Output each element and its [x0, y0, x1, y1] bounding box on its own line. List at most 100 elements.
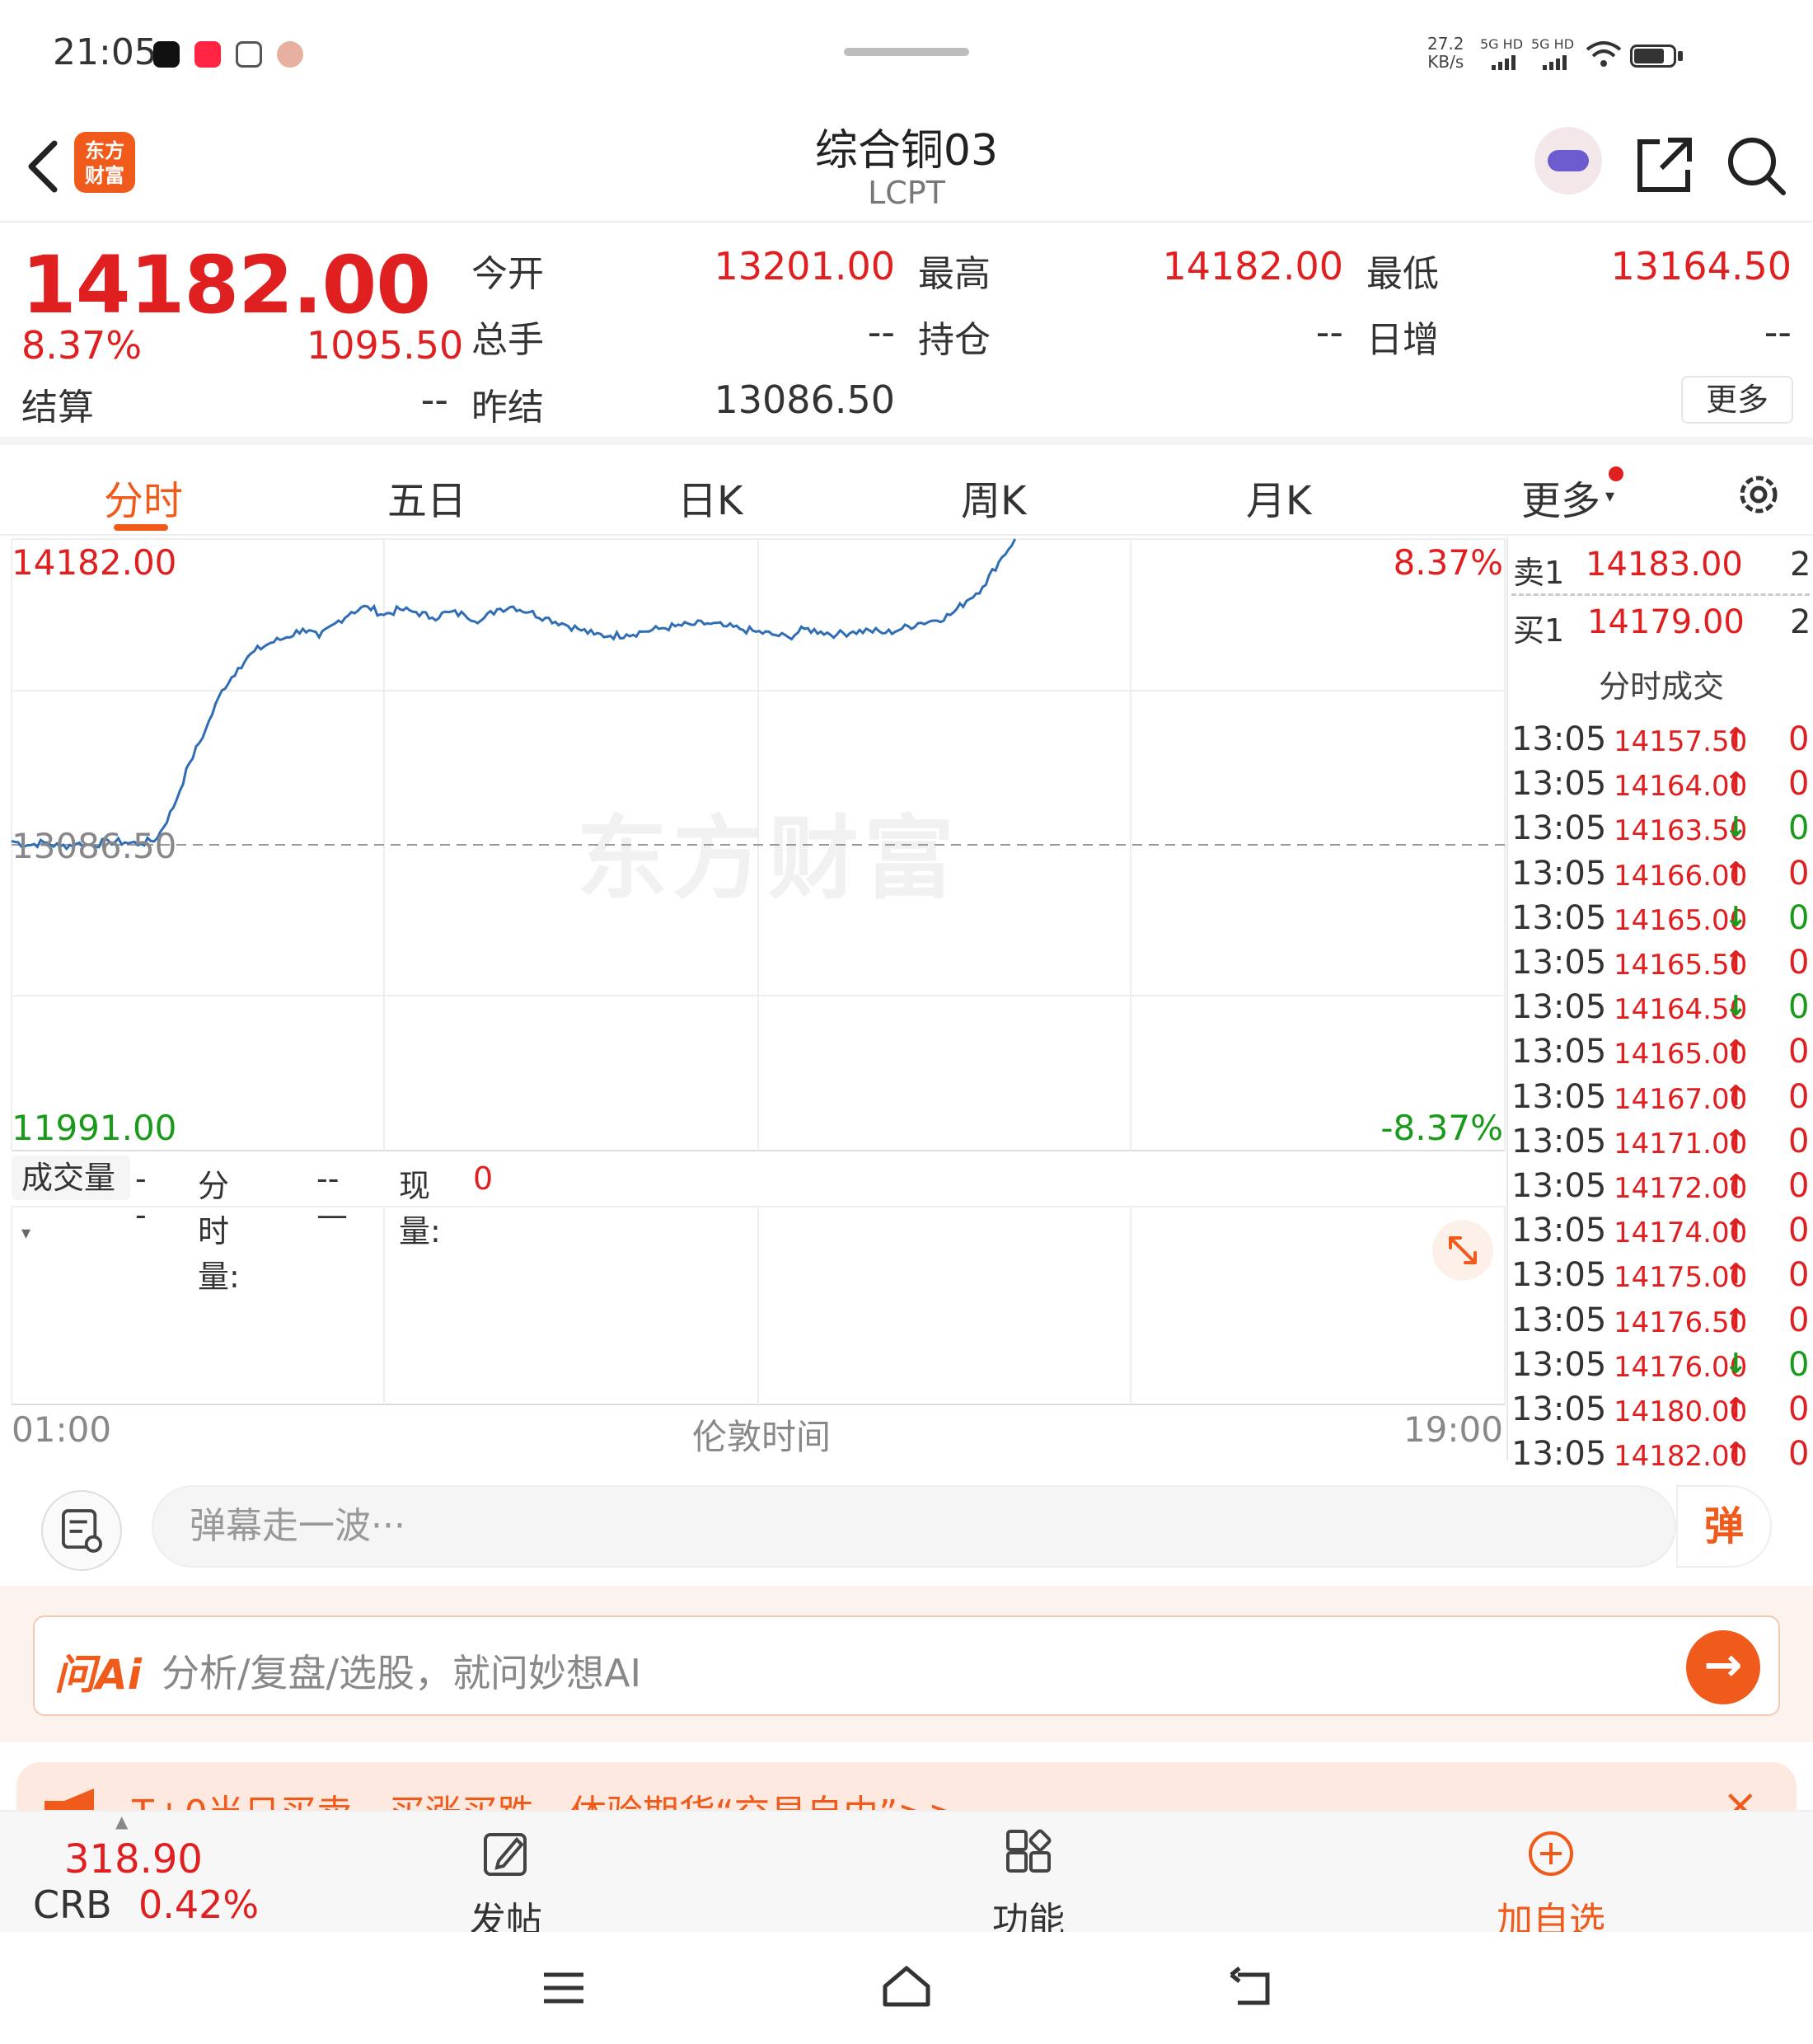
y-max-label: 14182.00 — [12, 542, 177, 583]
battery-cap — [1678, 51, 1683, 61]
tick-volume: 0 — [1788, 720, 1810, 758]
arrow-right-icon[interactable]: → — [1686, 1630, 1760, 1704]
expand-icon[interactable] — [1432, 1220, 1493, 1281]
tick-row: 13:05 14176.00 ↓ 0 — [1508, 1346, 1813, 1390]
comment-list-icon[interactable] — [41, 1490, 122, 1571]
tab-five-day[interactable]: 五日 — [387, 468, 466, 526]
share-icon[interactable] — [1632, 132, 1698, 198]
tick-time: 13:05 — [1511, 1122, 1607, 1160]
more-quote-button[interactable]: 更多 — [1681, 376, 1793, 424]
ai-input[interactable]: 分析/复盘/选股，就问妙想AI — [162, 1643, 641, 1698]
arrow-up-icon: ↑ — [1724, 1437, 1748, 1470]
sim1-label: 5G HD — [1480, 36, 1524, 52]
last-price: 14182.00 — [21, 239, 431, 331]
functions-button[interactable]: 功能 — [946, 1828, 1111, 1943]
bird-icon — [236, 41, 262, 68]
crb-name[interactable]: CRB — [33, 1882, 112, 1927]
tick-volume: 0 — [1788, 988, 1810, 1027]
add-watchlist-button[interactable]: 加自选 — [1469, 1828, 1633, 1943]
tick-time: 13:05 — [1511, 1033, 1607, 1071]
buy1-label: 买1 — [1513, 612, 1565, 649]
edit-icon — [484, 1833, 527, 1876]
tick-time: 13:05 — [1511, 720, 1607, 758]
pct-max-label: 8.37% — [1393, 542, 1503, 583]
arrow-up-icon: ↑ — [1724, 1302, 1748, 1336]
status-time: 21:05 — [53, 31, 157, 73]
battery-icon — [1630, 45, 1676, 68]
notification-dot — [1609, 466, 1623, 481]
volume-indicator-select[interactable]: 成交量 ▾ — [12, 1156, 130, 1244]
wifi-icon — [1586, 41, 1622, 67]
post-button[interactable]: 发帖 — [424, 1828, 588, 1943]
back-nav-icon[interactable] — [1226, 1967, 1272, 2009]
tick-row: 13:05 14164.00 ↑ 0 — [1508, 765, 1813, 809]
prev-settlement-value: 13086.50 — [714, 377, 896, 422]
ai-strip: 问Ai 分析/复盘/选股，就问妙想AI → — [0, 1586, 1813, 1742]
book-separator — [1511, 593, 1810, 596]
tick-row: 13:05 14165.00 ↑ 0 — [1508, 1033, 1813, 1077]
tick-row: 13:05 14165.00 ↓ 0 — [1508, 899, 1813, 944]
tick-time: 13:05 — [1511, 1301, 1607, 1339]
pull-handle[interactable] — [844, 48, 969, 56]
danmu-toggle-button[interactable]: 弹 — [1676, 1485, 1772, 1568]
danmu-input[interactable]: 弹幕走一波··· — [152, 1485, 1676, 1568]
y-ref-label: 13086.50 — [12, 826, 177, 866]
arrow-up-icon: ↑ — [1724, 856, 1748, 889]
arrow-up-icon: ↑ — [1724, 1123, 1748, 1157]
tab-more[interactable]: 更多 — [1521, 468, 1600, 526]
home-icon[interactable] — [880, 1963, 933, 2009]
open-label: 今开 — [471, 253, 544, 295]
arrow-up-icon: ↑ — [1724, 945, 1748, 978]
quote-panel: 14182.00 8.37% 1095.50 今开 13201.00 最高 14… — [0, 224, 1813, 445]
settlement-label: 结算 — [21, 387, 94, 429]
top-nav: 东方 财富 综合铜03 LCPT — [0, 107, 1813, 223]
tick-row: 13:05 14174.00 ↑ 0 — [1508, 1212, 1813, 1256]
tab-intraday[interactable]: 分时 — [104, 468, 183, 526]
chevron-down-icon: ▾ — [1605, 486, 1615, 507]
y-min-label: 11991.00 — [12, 1108, 177, 1148]
signal-icon — [1543, 54, 1569, 70]
sell1-volume: 2 — [1790, 546, 1811, 584]
tab-monthly-k[interactable]: 月K — [1246, 468, 1311, 526]
x-start-label: 01:00 — [12, 1409, 112, 1450]
open-interest-value: -- — [1315, 310, 1343, 354]
ai-assistant-icon[interactable] — [1534, 127, 1602, 195]
volume-dash: -- — [135, 1160, 147, 1233]
tick-volume: 0 — [1788, 765, 1810, 804]
change-value: 1095.50 — [307, 323, 464, 368]
chart-canvas — [11, 538, 1506, 1405]
signal-icon — [1492, 54, 1518, 70]
crb-change[interactable]: 0.42% — [138, 1882, 259, 1927]
system-nav-bar — [0, 1932, 1813, 2044]
tick-volume: 0 — [1788, 1122, 1810, 1160]
arrow-down-icon: ↓ — [1724, 811, 1748, 845]
gear-icon[interactable] — [1732, 468, 1785, 521]
tab-weekly-k[interactable]: 周K — [961, 468, 1026, 526]
tab-daily-k[interactable]: 日K — [677, 468, 743, 526]
arrow-up-icon: ↑ — [1724, 1258, 1748, 1292]
tick-row: 13:05 14172.00 ↑ 0 — [1508, 1167, 1813, 1212]
x-end-label: 19:00 — [1403, 1409, 1503, 1450]
ai-search-box[interactable]: 问Ai 分析/复盘/选股，就问妙想AI → — [33, 1615, 1780, 1716]
tick-time: 13:05 — [1511, 1212, 1607, 1250]
tick-row: 13:05 14176.50 ↑ 0 — [1508, 1301, 1813, 1346]
current-volume-value: 0 — [473, 1160, 494, 1197]
arrow-up-icon: ↑ — [1724, 766, 1748, 800]
crb-price[interactable]: 318.90 — [64, 1836, 203, 1882]
tick-volume: 0 — [1788, 1256, 1810, 1295]
search-icon[interactable] — [1722, 132, 1788, 198]
intraday-chart[interactable]: 东方财富 14182.00 13086.50 11991.00 8.37% -8… — [0, 537, 1506, 1460]
arrow-up-icon: ↑ — [1724, 1079, 1748, 1113]
tick-volume: 0 — [1788, 1212, 1810, 1250]
daily-increase-value: -- — [1764, 310, 1792, 354]
ticks-title: 分时成交 — [1598, 668, 1724, 705]
ai-badge: 问Ai — [54, 1651, 142, 1699]
high-label: 最高 — [918, 253, 991, 295]
tick-row: 13:05 14163.50 ↓ 0 — [1508, 809, 1813, 854]
menu-icon[interactable] — [541, 1968, 587, 2009]
pct-min-label: -8.37% — [1380, 1108, 1503, 1148]
tick-volume: 0 — [1788, 944, 1810, 982]
tick-row: 13:05 14180.00 ↑ 0 — [1508, 1390, 1813, 1435]
settlement-value: -- — [420, 377, 448, 422]
tick-volume: 0 — [1788, 809, 1810, 848]
